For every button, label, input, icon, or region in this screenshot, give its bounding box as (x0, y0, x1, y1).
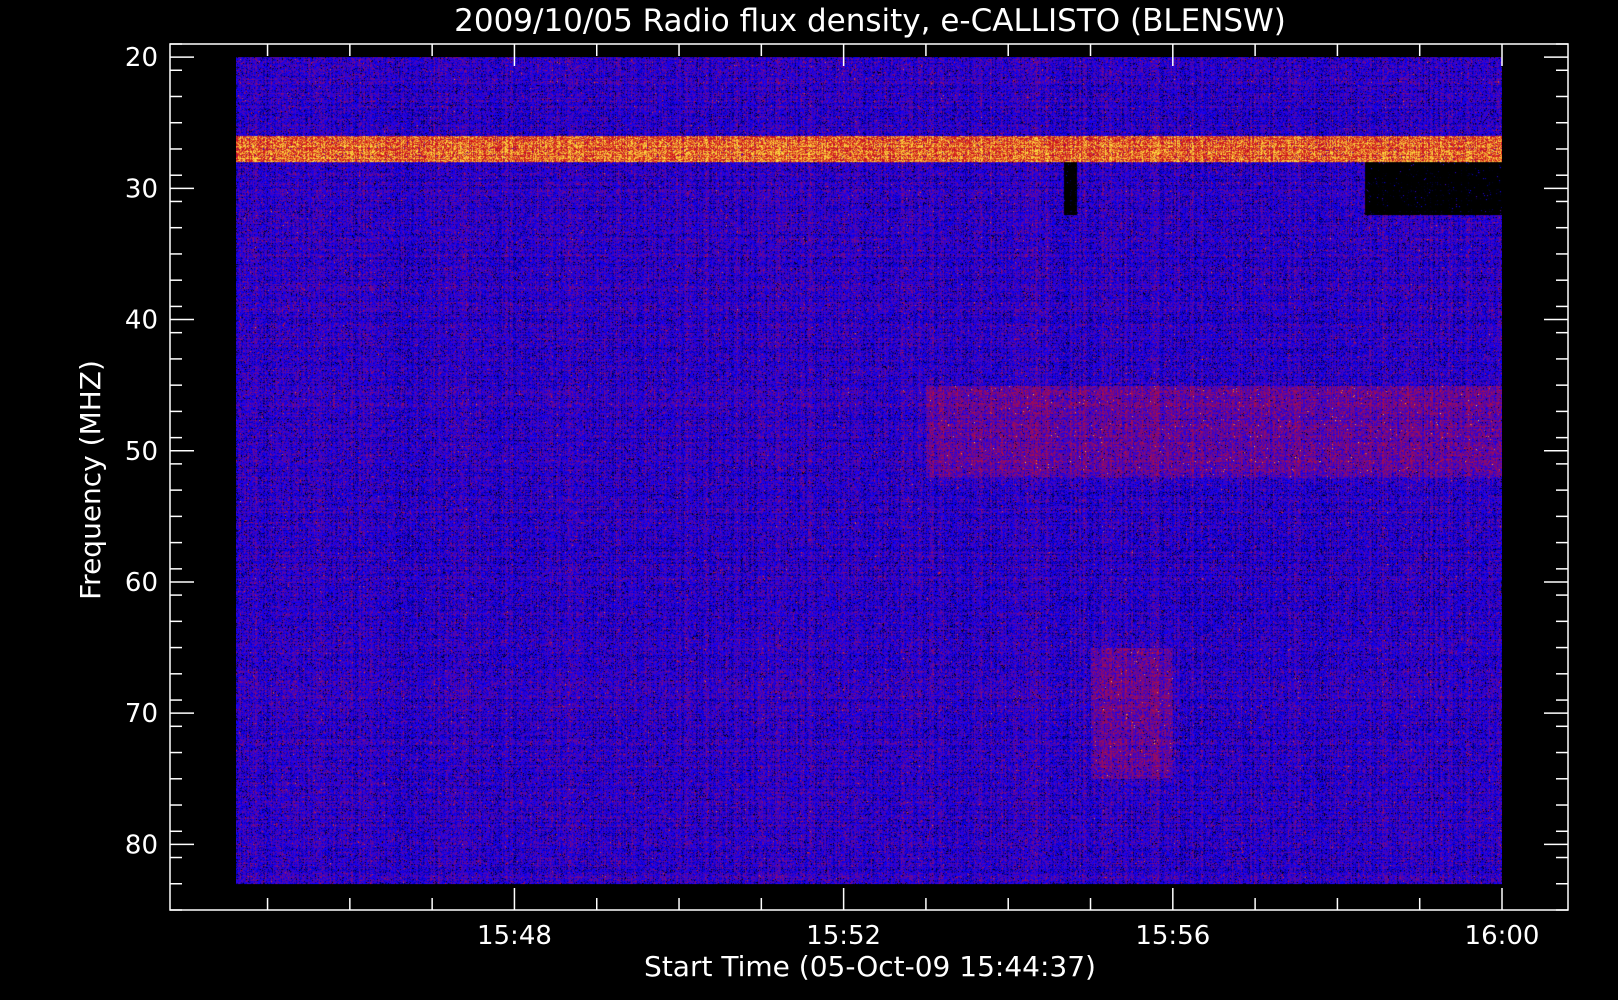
spectrogram-image (236, 57, 1502, 885)
y-tick-label: 60 (125, 568, 158, 598)
y-tick-label: 50 (125, 437, 158, 467)
y-tick-label: 70 (125, 699, 158, 729)
spectrogram-svg: 2009/10/05 Radio flux density, e-CALLIST… (74, 3, 1569, 983)
x-tick-label: 15:56 (1135, 921, 1210, 951)
y-tick-label: 80 (125, 830, 158, 860)
y-tick-label: 40 (125, 306, 158, 336)
x-tick-label: 15:48 (477, 921, 552, 951)
x-tick-label: 16:00 (1465, 921, 1540, 951)
y-tick-label: 20 (125, 43, 158, 73)
x-tick-label: 15:52 (806, 921, 881, 951)
spectrogram-chart: 2009/10/05 Radio flux density, e-CALLIST… (0, 0, 1618, 1000)
y-axis-label: Frequency (MHZ) (74, 360, 107, 600)
y-tick-label: 30 (125, 174, 158, 204)
x-axis-label: Start Time (05-Oct-09 15:44:37) (644, 950, 1096, 983)
chart-title: 2009/10/05 Radio flux density, e-CALLIST… (454, 3, 1286, 39)
